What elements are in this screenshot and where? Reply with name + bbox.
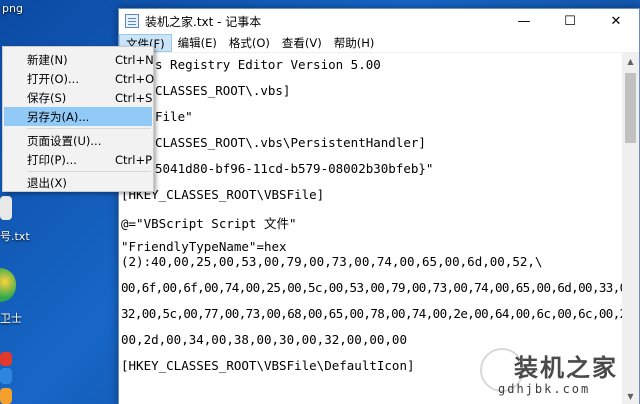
editor-line: 00,2d,00,34,00,38,00,30,00,32,00,00,00 [121, 332, 407, 347]
editor-line: 00,6f,00,6f,00,74,00,25,00,5c,00,53,00,7… [121, 280, 624, 295]
menu-separator [27, 128, 151, 129]
menu-item-exit[interactable]: 退出(X) [4, 173, 152, 192]
window-controls: — ☐ ✕ [501, 9, 639, 33]
menu-item-save[interactable]: 保存(S) Ctrl+S [4, 88, 152, 107]
text-file-icon[interactable] [0, 196, 12, 220]
editor-line: File" [155, 109, 193, 124]
app-shortcut-icon-2[interactable] [0, 368, 12, 384]
notepad-icon [125, 14, 139, 28]
editor-line: [HKEY_CLASSES_ROOT\VBSFile\DefaultIcon] [121, 358, 415, 373]
app-shortcut-icon-3[interactable] [0, 388, 12, 404]
site-watermark: 装机之家 gdhjbk.com [478, 346, 638, 402]
editor-line: CLASSES_ROOT\.vbs\PersistentHandler] [155, 135, 426, 150]
desktop-label-guard[interactable]: 卫士 [0, 310, 22, 326]
close-button[interactable]: ✕ [593, 9, 639, 33]
menu-view[interactable]: 查看(V) [276, 34, 328, 52]
editor-line: CLASSES_ROOT\.vbs] [155, 83, 291, 98]
menu-help[interactable]: 帮助(H) [328, 34, 381, 52]
editor-line: "FriendlyTypeName"=hex [121, 239, 287, 254]
watermark-url: gdhjbk.com [498, 382, 591, 396]
desktop-label-png: png [2, 2, 23, 15]
title-bar[interactable]: 装机之家.txt - 记事本 — ☐ ✕ [119, 9, 639, 33]
scroll-thumb[interactable] [625, 73, 636, 143]
notepad-window: 装机之家.txt - 记事本 — ☐ ✕ 文件(F) 编辑(E) 格式(O) 查… [118, 8, 640, 404]
menu-bar: 文件(F) 编辑(E) 格式(O) 查看(V) 帮助(H) [119, 33, 639, 53]
editor-line: @="VBScript Script 文件" [121, 216, 297, 231]
menu-format[interactable]: 格式(O) [223, 34, 276, 52]
editor-line: 5041d80-bf96-11cd-b579-08002b30bfeb}" [155, 161, 434, 176]
menu-item-open[interactable]: 打开(O)... Ctrl+O [4, 69, 154, 88]
menu-item-page-setup[interactable]: 页面设置(U)... [4, 131, 152, 150]
menu-item-save-as[interactable]: 另存为(A)... [4, 107, 152, 126]
security-app-icon[interactable] [0, 268, 16, 302]
window-title: 装机之家.txt - 记事本 [145, 14, 262, 29]
maximize-button[interactable]: ☐ [547, 9, 593, 33]
file-menu-dropdown: 新建(N) Ctrl+N 打开(O)... Ctrl+O 保存(S) Ctrl+… [2, 46, 154, 192]
editor-line: (2):40,00,25,00,53,00,79,00,73,00,74,00,… [121, 254, 543, 269]
editor-line: 32,00,5c,00,77,00,73,00,68,00,65,00,78,0… [121, 306, 624, 321]
scroll-up-icon[interactable]: ▲ [622, 53, 639, 70]
desktop-label-txt[interactable]: 号.txt [0, 228, 30, 244]
menu-edit[interactable]: 编辑(E) [172, 34, 223, 52]
menu-separator [27, 171, 151, 172]
menu-item-new[interactable]: 新建(N) Ctrl+N [4, 50, 154, 69]
menu-item-print[interactable]: 打印(P)... Ctrl+P [4, 150, 152, 169]
minimize-button[interactable]: — [501, 9, 547, 33]
editor-line: s Registry Editor Version 5.00 [155, 57, 381, 72]
watermark-text: 装机之家 [514, 354, 618, 382]
app-shortcut-icon[interactable] [0, 352, 12, 366]
